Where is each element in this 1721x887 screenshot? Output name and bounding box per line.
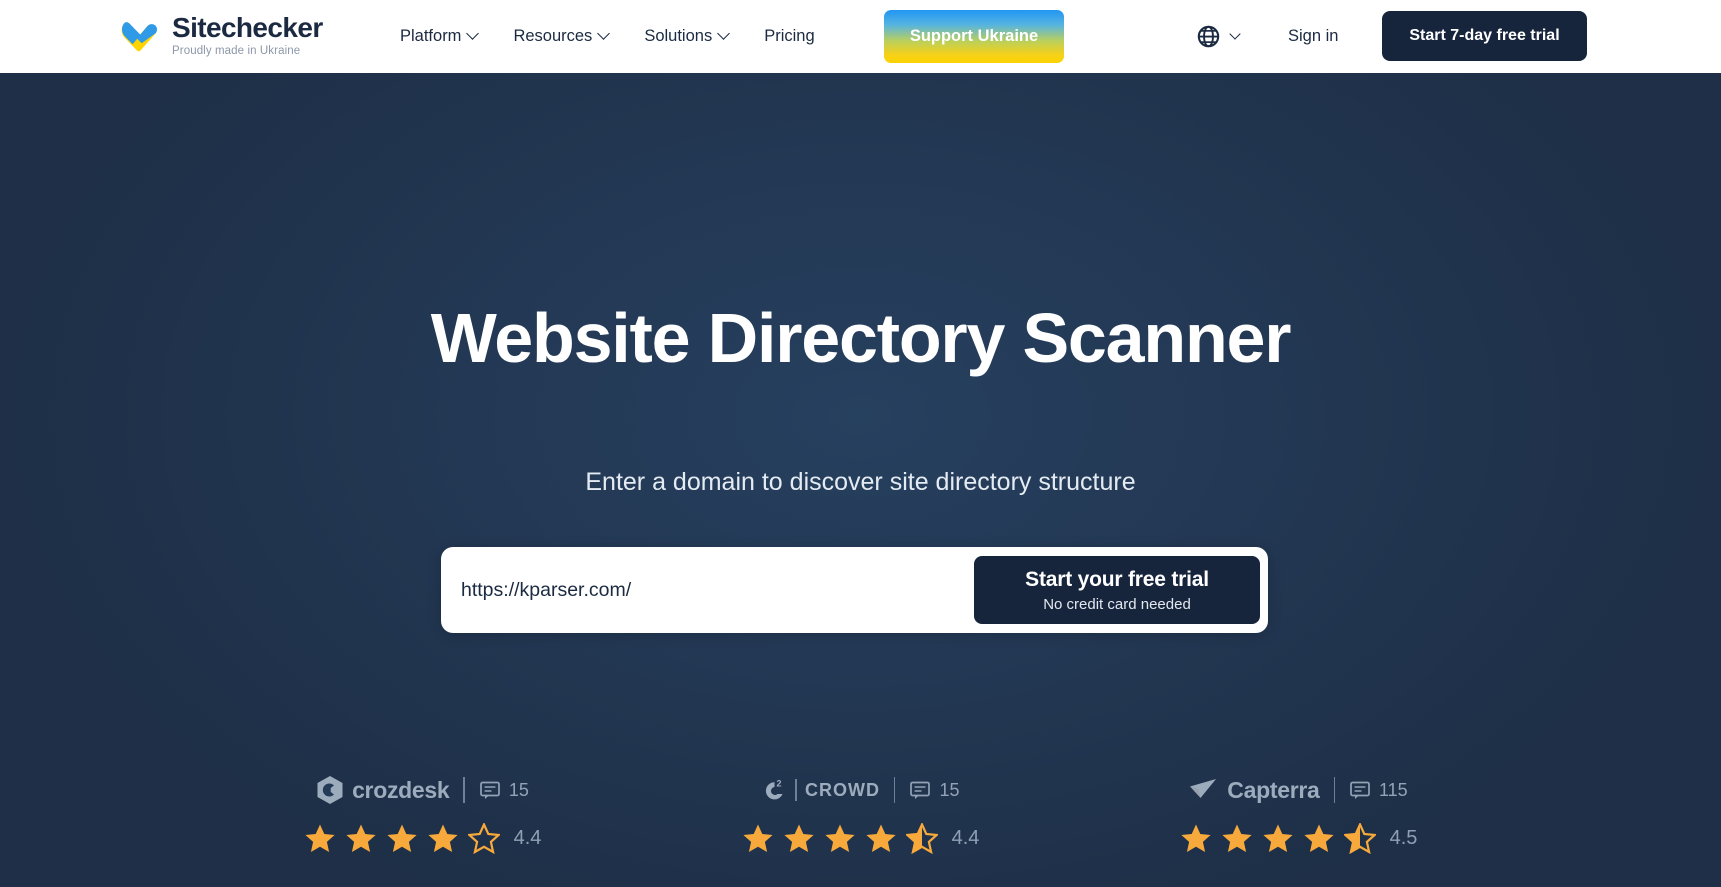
reviews-count: 15 [508, 779, 529, 800]
brand-name: Sitechecker [172, 12, 323, 43]
divider [795, 779, 797, 801]
star-full-icon [1303, 824, 1334, 852]
cta-primary-label: Start your free trial [1025, 567, 1209, 591]
reviews-count: 15 [939, 779, 960, 800]
star-full-icon [783, 824, 814, 852]
reviews-group: 15 [479, 779, 529, 801]
divider [463, 777, 465, 803]
crozdesk-logo: crozdesk [316, 775, 450, 805]
capterra-logo: Capterra [1189, 776, 1320, 804]
sign-in-link[interactable]: Sign in [1288, 0, 1338, 73]
star-full-icon [427, 824, 458, 852]
chevron-down-icon [1229, 27, 1241, 40]
cta-secondary-label: No credit card needed [1043, 595, 1191, 613]
start-free-trial-button[interactable]: Start 7-day free trial [1382, 11, 1587, 61]
divider [893, 777, 896, 803]
comment-icon [1350, 781, 1370, 799]
heart-checkmark-ukraine-icon [121, 21, 158, 51]
page-subtitle: Enter a domain to discover site director… [585, 468, 1136, 496]
page-root: Sitechecker Proudly made in Ukraine Plat… [0, 0, 1721, 887]
g2-crowd-logo-label: CROWD [804, 779, 880, 800]
globe-icon [1197, 25, 1220, 48]
nav-item-platform[interactable]: Platform [400, 27, 480, 46]
crozdesk-logo-icon [317, 776, 343, 804]
crozdesk-logo-label: crozdesk [352, 776, 450, 803]
main-navigation: Platform Resources Solutions Pricing [400, 0, 815, 73]
rating-card-crozdesk: crozdesk 15 4.4 [258, 773, 588, 854]
chevron-down-icon [717, 27, 731, 40]
star-half-icon [905, 823, 938, 854]
divider [1333, 777, 1335, 803]
star-full-icon [742, 824, 773, 852]
stars-row: 4.4 [304, 823, 542, 854]
star-full-icon [1221, 824, 1252, 852]
comment-icon [480, 781, 500, 799]
star-full-icon [865, 824, 896, 852]
start-your-free-trial-button[interactable]: Start your free trial No credit card nee… [974, 556, 1260, 624]
rating-header: Capterra 115 [1189, 773, 1408, 807]
sign-in-label: Sign in [1288, 27, 1339, 45]
reviews-group: 15 [909, 779, 960, 801]
brand-tagline: Proudly made in Ukraine [172, 45, 301, 57]
g2-crowd-logo: 2 CROWD [761, 776, 880, 804]
reviews-count: 115 [1379, 779, 1408, 800]
nav-item-solutions[interactable]: Solutions [644, 27, 731, 46]
rating-card-capterra: Capterra 115 4.5 [1134, 773, 1464, 854]
site-header: Sitechecker Proudly made in Ukraine Plat… [0, 0, 1721, 73]
rating-score: 4.4 [951, 827, 980, 849]
start-free-trial-label: Start 7-day free trial [1409, 27, 1560, 44]
nav-item-pricing[interactable]: Pricing [764, 27, 814, 46]
star-empty-icon [467, 823, 500, 854]
rating-score: 4.4 [513, 827, 542, 849]
svg-text:2: 2 [777, 779, 782, 789]
domain-search-bar: Start your free trial No credit card nee… [441, 547, 1268, 633]
capterra-logo-icon [1190, 779, 1217, 798]
comment-icon [910, 781, 931, 799]
domain-search-input[interactable] [441, 547, 971, 633]
star-full-icon [1180, 824, 1211, 852]
nav-item-pricing-label: Pricing [764, 27, 815, 45]
page-title: Website Directory Scanner [430, 299, 1292, 377]
chevron-down-icon [466, 27, 480, 40]
rating-card-g2-crowd: 2 CROWD 15 4.4 [696, 773, 1026, 854]
language-selector[interactable] [1196, 0, 1241, 73]
star-full-icon [1262, 824, 1293, 852]
star-full-icon [824, 824, 855, 852]
rating-score: 4.5 [1389, 827, 1418, 849]
star-half-icon [1343, 823, 1376, 854]
chevron-down-icon [597, 27, 611, 40]
rating-header: 2 CROWD 15 [761, 773, 960, 807]
brand-logo[interactable]: Sitechecker Proudly made in Ukraine [120, 14, 323, 58]
g2-crowd-logo-icon: 2 [766, 779, 783, 800]
nav-item-solutions-label: Solutions [644, 27, 713, 45]
star-full-icon [345, 824, 376, 852]
star-full-icon [304, 824, 335, 852]
nav-item-resources-label: Resources [513, 27, 593, 45]
stars-row: 4.4 [742, 823, 980, 854]
reviews-group: 115 [1349, 779, 1408, 801]
nav-item-resources[interactable]: Resources [513, 27, 611, 46]
stars-row: 4.5 [1180, 823, 1418, 854]
capterra-logo-label: Capterra [1227, 776, 1320, 803]
ratings-row: crozdesk 15 4.4 2 CROWD 15 4.4 Capterra … [0, 773, 1721, 854]
hero-section: Website Directory Scanner Enter a domain… [0, 73, 1721, 887]
nav-item-platform-label: Platform [400, 27, 462, 45]
support-ukraine-label: Support Ukraine [909, 27, 1039, 45]
support-ukraine-button[interactable]: Support Ukraine [884, 10, 1064, 63]
star-full-icon [386, 824, 417, 852]
rating-header: crozdesk 15 [316, 773, 529, 807]
